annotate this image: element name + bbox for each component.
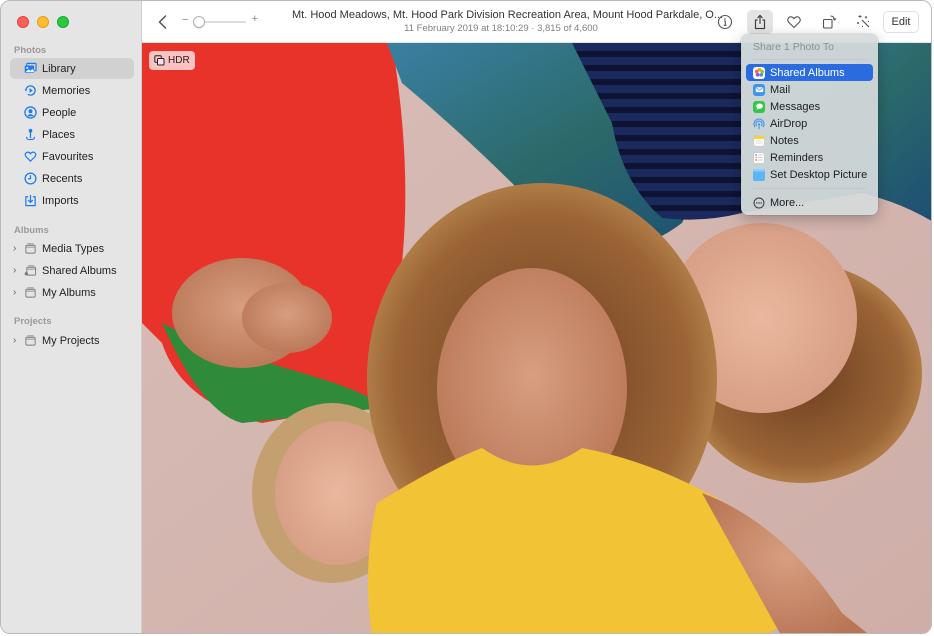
sidebar-item-places[interactable]: Places bbox=[10, 124, 134, 145]
sidebar-item-my-projects[interactable]: › My Projects bbox=[10, 330, 134, 351]
photos-app-icon bbox=[753, 66, 765, 79]
magic-wand-icon bbox=[857, 15, 870, 28]
share-menu-item-airdrop[interactable]: AirDrop bbox=[746, 115, 873, 132]
sidebar-item-imports[interactable]: Imports bbox=[10, 190, 134, 211]
folder-icon bbox=[23, 242, 37, 256]
share-menu-item-messages[interactable]: Messages bbox=[746, 98, 873, 115]
share-menu: Share 1 Photo To Shared Albums Mail Mess… bbox=[741, 34, 878, 215]
folder-icon bbox=[23, 286, 37, 300]
places-icon bbox=[23, 128, 37, 142]
photos-window: Photos Library Memories People Places Fa… bbox=[0, 0, 932, 634]
sidebar-item-people[interactable]: People bbox=[10, 102, 134, 123]
share-menu-item-reminders[interactable]: Reminders bbox=[746, 149, 873, 166]
sidebar-item-label: Media Types bbox=[42, 242, 105, 255]
photo-location-title: Mt. Hood Meadows, Mt. Hood Park Division… bbox=[292, 9, 724, 21]
auto-enhance-button[interactable] bbox=[851, 10, 877, 34]
rotate-button[interactable] bbox=[816, 10, 842, 34]
reminders-icon bbox=[753, 151, 765, 164]
menu-item-label: Notes bbox=[770, 134, 799, 147]
menu-item-label: Shared Albums bbox=[770, 66, 845, 79]
airdrop-icon bbox=[753, 117, 765, 130]
sidebar-item-label: Shared Albums bbox=[42, 264, 117, 277]
share-button[interactable] bbox=[747, 10, 773, 34]
sidebar-item-library[interactable]: Library bbox=[10, 58, 134, 79]
clock-icon bbox=[23, 172, 37, 186]
sidebar-item-recents[interactable]: Recents bbox=[10, 168, 134, 189]
menu-item-label: Mail bbox=[770, 83, 791, 96]
sidebar-item-label: People bbox=[42, 106, 77, 119]
share-menu-item-shared-albums[interactable]: Shared Albums bbox=[746, 64, 873, 81]
live-photo-stack-icon bbox=[154, 55, 165, 66]
sidebar-item-label: Imports bbox=[42, 194, 79, 207]
photo-date-and-count: 11 February 2019 at 18:10:29 · 3,815 of … bbox=[404, 23, 598, 34]
desktop-picture-icon bbox=[753, 168, 765, 181]
menu-item-label: Reminders bbox=[770, 151, 824, 164]
info-button[interactable] bbox=[712, 10, 738, 34]
share-menu-header: Share 1 Photo To bbox=[753, 41, 834, 53]
photo-title-block: Mt. Hood Meadows, Mt. Hood Park Division… bbox=[292, 9, 724, 34]
share-menu-item-set-desktop-picture[interactable]: Set Desktop Picture bbox=[746, 166, 873, 183]
zoom-in-label: + bbox=[251, 13, 258, 25]
sidebar-item-label: My Albums bbox=[42, 286, 96, 299]
library-icon bbox=[23, 62, 37, 76]
heart-icon bbox=[787, 16, 801, 29]
chevron-right-icon[interactable]: › bbox=[13, 243, 21, 254]
sidebar-item-shared-albums[interactable]: › Shared Albums bbox=[10, 260, 134, 281]
rotate-icon bbox=[822, 15, 837, 29]
heart-icon bbox=[23, 150, 37, 164]
section-label-projects: Projects bbox=[14, 316, 52, 327]
sidebar-item-my-albums[interactable]: › My Albums bbox=[10, 282, 134, 303]
sidebar: Photos Library Memories People Places Fa… bbox=[1, 1, 142, 633]
sidebar-item-memories[interactable]: Memories bbox=[10, 80, 134, 101]
edit-button[interactable]: Edit bbox=[883, 11, 919, 33]
ellipsis-circle-icon bbox=[753, 197, 765, 209]
sidebar-item-favourites[interactable]: Favourites bbox=[10, 146, 134, 167]
menu-item-label: Messages bbox=[770, 100, 821, 113]
share-menu-item-mail[interactable]: Mail bbox=[746, 81, 873, 98]
section-label-albums: Albums bbox=[14, 225, 49, 236]
zoom-slider-knob[interactable] bbox=[193, 16, 206, 28]
favourite-button[interactable] bbox=[781, 10, 807, 34]
memories-icon bbox=[23, 84, 37, 98]
import-icon bbox=[23, 194, 37, 208]
hdr-badge[interactable]: HDR bbox=[149, 51, 195, 70]
menu-item-label: More... bbox=[770, 196, 805, 209]
close-button[interactable] bbox=[17, 16, 29, 28]
chevron-right-icon[interactable]: › bbox=[13, 287, 21, 298]
chevron-right-icon[interactable]: › bbox=[13, 335, 21, 346]
menu-item-label: AirDrop bbox=[770, 117, 808, 130]
messages-icon bbox=[753, 100, 765, 113]
maximize-button[interactable] bbox=[57, 16, 69, 28]
sidebar-item-label: My Projects bbox=[42, 334, 100, 347]
share-icon bbox=[754, 14, 766, 30]
hdr-label: HDR bbox=[168, 55, 190, 66]
minimize-button[interactable] bbox=[37, 16, 49, 28]
folder-icon bbox=[23, 334, 37, 348]
chevron-left-icon bbox=[158, 15, 167, 29]
menu-item-label: Set Desktop Picture bbox=[770, 168, 868, 181]
zoom-out-label: − bbox=[182, 14, 189, 26]
window-controls bbox=[17, 16, 69, 28]
back-button[interactable] bbox=[156, 13, 170, 31]
sidebar-item-label: Memories bbox=[42, 84, 91, 97]
notes-icon bbox=[753, 134, 765, 147]
info-icon bbox=[717, 14, 733, 30]
share-menu-item-more[interactable]: More... bbox=[746, 194, 873, 211]
sidebar-item-label: Favourites bbox=[42, 150, 94, 163]
shared-folder-icon bbox=[23, 264, 37, 278]
sidebar-item-media-types[interactable]: › Media Types bbox=[10, 238, 134, 259]
section-label-photos: Photos bbox=[14, 45, 47, 56]
mail-icon bbox=[753, 83, 765, 96]
sidebar-item-label: Library bbox=[42, 62, 76, 75]
zoom-slider[interactable]: − + bbox=[182, 13, 258, 29]
menu-separator bbox=[753, 188, 866, 189]
sidebar-item-label: Places bbox=[42, 128, 76, 141]
chevron-right-icon[interactable]: › bbox=[13, 265, 21, 276]
people-icon bbox=[23, 106, 37, 120]
sidebar-item-label: Recents bbox=[42, 172, 83, 185]
share-menu-item-notes[interactable]: Notes bbox=[746, 132, 873, 149]
menu-separator bbox=[753, 59, 866, 60]
